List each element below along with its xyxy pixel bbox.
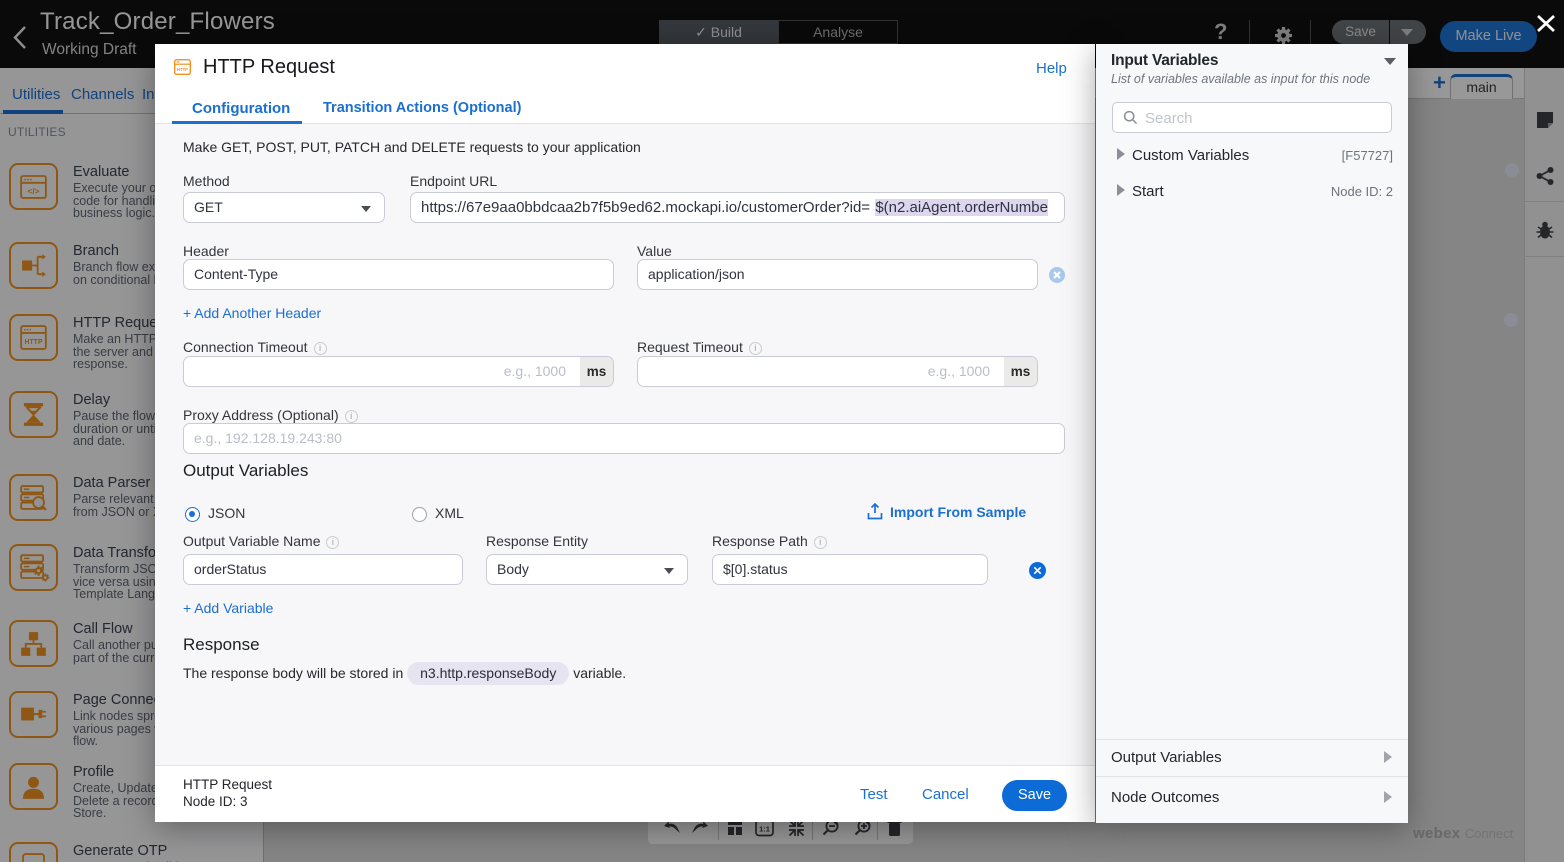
svg-text:HTTP: HTTP (177, 67, 188, 72)
